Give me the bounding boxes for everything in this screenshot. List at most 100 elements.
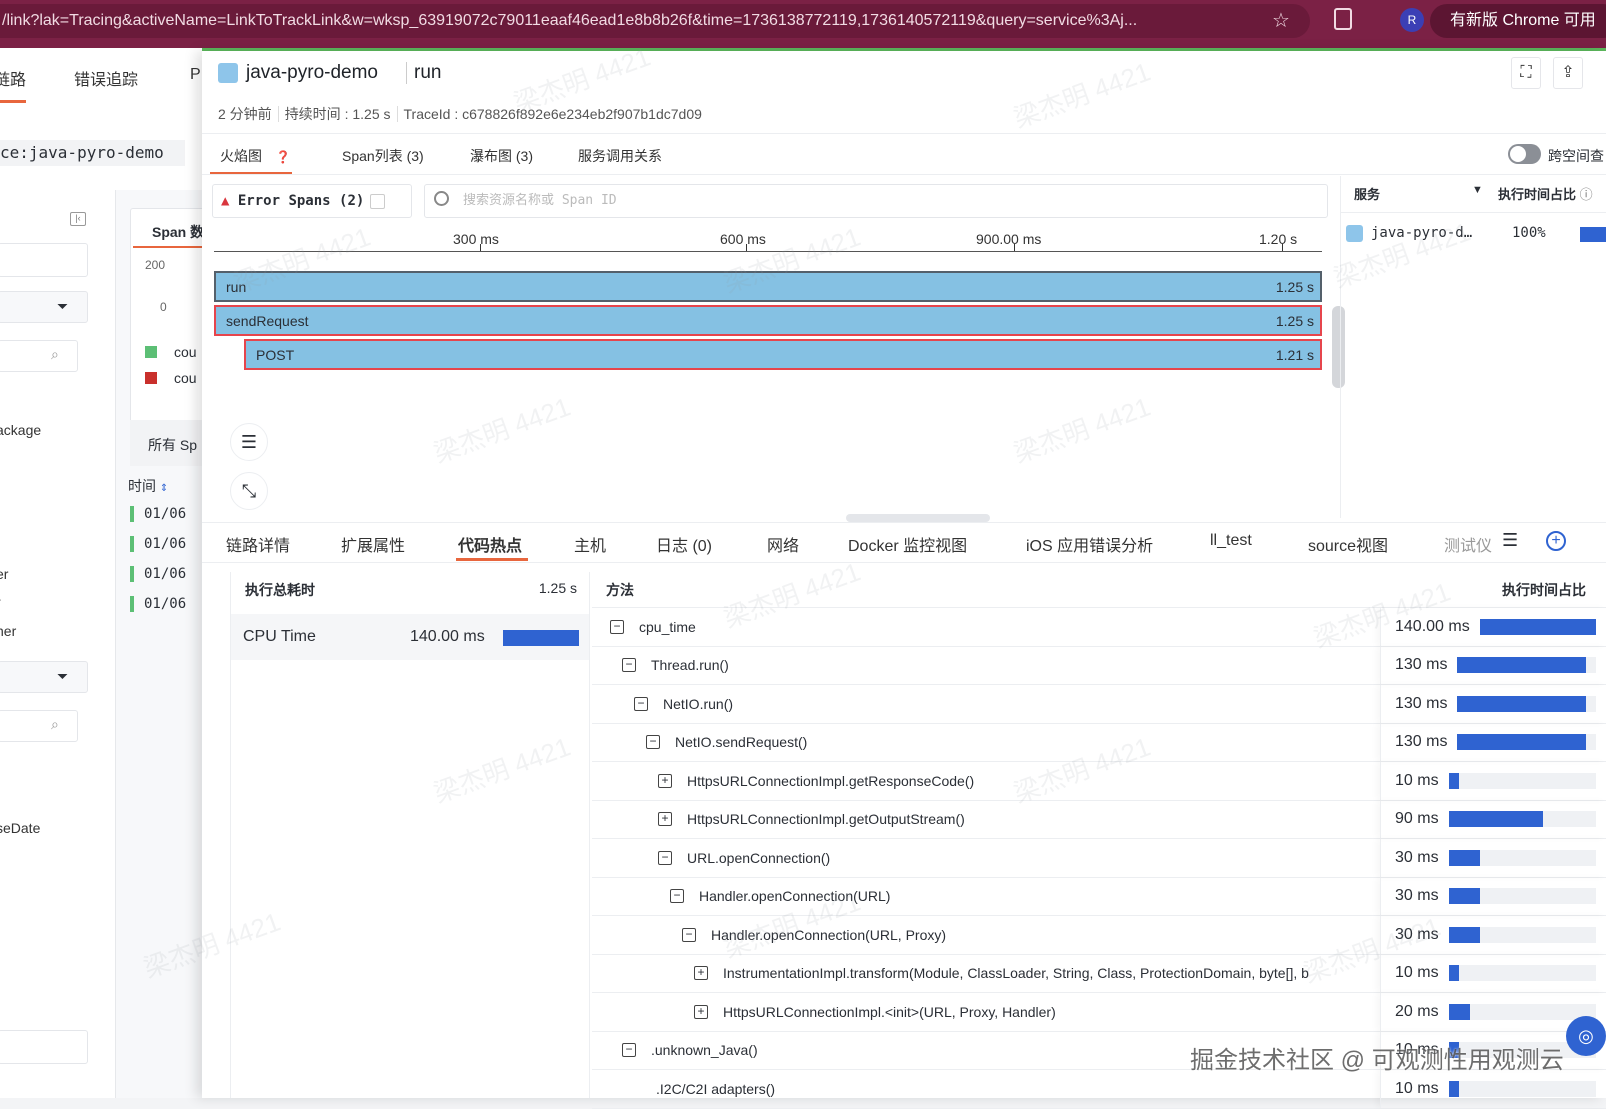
table-row[interactable]: + HttpsURLConnectionImpl.getOutputStream(…	[592, 800, 1606, 839]
screenshot-fab-button[interactable]: ◎	[1566, 1016, 1606, 1056]
span-row[interactable]: 01/06	[130, 566, 186, 582]
nav-tab-errors[interactable]: 错误追踪	[74, 66, 138, 90]
info-icon[interactable]: ⓘ	[1580, 187, 1593, 202]
span-row[interactable]: 01/06	[130, 506, 186, 522]
collapse-icon[interactable]: −	[670, 889, 684, 904]
collapse-button[interactable]: ⤡	[230, 472, 268, 510]
collapse-icon[interactable]: −	[634, 696, 648, 711]
field-item[interactable]: r	[0, 594, 1, 610]
table-row[interactable]: − URL.openConnection() 30 ms	[592, 839, 1606, 878]
table-row[interactable]: − Handler.openConnection(URL, Proxy) 30 ms	[592, 916, 1606, 955]
all-spans-selector[interactable]: 所有 Sp	[130, 420, 210, 466]
add-tab-icon[interactable]: +	[1546, 531, 1566, 551]
bottom-tab[interactable]: source视图	[1308, 532, 1388, 556]
tabs-menu-icon[interactable]: ☰	[1502, 530, 1518, 551]
tab-span-list[interactable]: Span列表 (3)	[342, 146, 424, 166]
table-row[interactable]: − NetIO.sendRequest() 130 ms	[592, 723, 1606, 762]
span-row[interactable]: 01/06	[130, 596, 186, 612]
bottom-tab[interactable]: iOS 应用错误分析	[1026, 532, 1153, 556]
method-cell: − Handler.openConnection(URL, Proxy)	[592, 916, 1380, 954]
input-box[interactable]	[0, 1030, 88, 1064]
divider	[202, 522, 1606, 523]
span-duration: 1.21 s	[1275, 347, 1314, 363]
collapse-sidebar-icon[interactable]: |‹	[70, 212, 86, 226]
ratio-cell: 10 ms	[1380, 1070, 1606, 1108]
field-item[interactable]: ner	[0, 623, 16, 639]
flame-span-run[interactable]: run 1.25 s	[214, 271, 1322, 302]
field-item[interactable]: seDate	[0, 820, 40, 836]
nav-tab-p[interactable]: P	[190, 66, 201, 84]
bookmark-star-icon[interactable]: ☆	[1272, 4, 1290, 38]
error-spans-filter[interactable]: ▲ Error Spans (2)	[212, 184, 412, 218]
bottom-tab[interactable]: 链路详情	[226, 532, 290, 556]
service-row-name[interactable]: java-pyro-d…	[1371, 225, 1472, 241]
bottom-tab[interactable]: 网络	[767, 532, 799, 556]
flame-span-sendrequest[interactable]: sendRequest 1.25 s	[214, 305, 1322, 336]
method-name: HttpsURLConnectionImpl.getResponseCode()	[687, 772, 975, 789]
resize-handle[interactable]	[846, 514, 990, 522]
collapse-icon[interactable]: −	[622, 658, 636, 673]
collapse-icon[interactable]: −	[622, 1043, 636, 1058]
sort-icon[interactable]: ⇕	[160, 483, 168, 494]
field-item[interactable]: er	[0, 566, 8, 582]
chrome-update-button[interactable]: 有新版 Chrome 可用	[1430, 4, 1606, 38]
time-column-header[interactable]: 时间 ⇕	[128, 476, 168, 496]
collapse-icon[interactable]: −	[682, 927, 696, 942]
bottom-tab[interactable]: 测试仪	[1444, 532, 1492, 556]
tab-flame-graph[interactable]: 火焰图 ❓	[220, 146, 291, 166]
table-row[interactable]: − Thread.run() 130 ms	[592, 646, 1606, 685]
table-row[interactable]: .I2C/C2I adapters() 10 ms	[592, 1070, 1606, 1109]
collapse-icon[interactable]: −	[658, 850, 672, 865]
table-row[interactable]: − Handler.openConnection(URL) 30 ms	[592, 877, 1606, 916]
collapse-icon[interactable]: −	[610, 619, 624, 634]
dropdown-caret-icon[interactable]: ▼	[1472, 184, 1483, 196]
clear-filter-icon[interactable]: ⏷	[57, 668, 68, 685]
clear-filter-icon[interactable]: ⏷	[57, 298, 68, 315]
field-search-input[interactable]: ⌕	[0, 340, 78, 372]
error-spans-checkbox[interactable]	[370, 193, 386, 209]
expand-icon[interactable]: +	[658, 773, 672, 788]
ratio-bar-track	[1448, 811, 1596, 828]
nav-tab-traces[interactable]: 链路	[0, 66, 26, 90]
collapse-icon[interactable]: −	[646, 735, 660, 750]
method-name: .I2C/C2I adapters()	[656, 1080, 776, 1097]
filter-row[interactable]: ⏷	[0, 661, 88, 693]
table-row[interactable]: − NetIO.run() 130 ms	[592, 685, 1606, 724]
list-view-button[interactable]: ☰	[230, 423, 268, 461]
help-icon[interactable]: ❓	[276, 150, 291, 164]
filter-row[interactable]: ⏷	[0, 291, 88, 323]
field-item[interactable]: ackage	[0, 422, 41, 438]
table-row[interactable]: − cpu_time 140.00 ms	[592, 608, 1606, 647]
tab-waterfall[interactable]: 瀑布图 (3)	[470, 146, 533, 166]
ratio-bar-fill	[1448, 1003, 1470, 1020]
flame-span-post[interactable]: POST 1.21 s	[244, 339, 1322, 370]
table-row[interactable]: + HttpsURLConnectionImpl.<init>(URL, Prox…	[592, 993, 1606, 1032]
table-row[interactable]: + InstrumentationImpl.transform(Module, C…	[592, 954, 1606, 993]
fullscreen-button[interactable]: ⛶	[1511, 57, 1541, 89]
expand-icon[interactable]: +	[694, 1004, 708, 1019]
tab-service-map[interactable]: 服务调用关系	[578, 146, 662, 166]
share-button[interactable]: ⇪	[1553, 57, 1583, 89]
span-search-input[interactable]: 搜索资源名称或 Span ID	[424, 184, 1328, 218]
profile-avatar[interactable]: R	[1400, 8, 1424, 32]
field-search-input[interactable]: ⌕	[0, 710, 78, 742]
bottom-tab[interactable]: 主机	[574, 532, 606, 556]
method-name: Handler.openConnection(URL, Proxy)	[711, 926, 947, 943]
expand-icon[interactable]: +	[694, 966, 708, 981]
cross-space-toggle[interactable]	[1508, 144, 1541, 164]
chart-tab[interactable]: Span 数	[152, 222, 204, 242]
filter-input[interactable]	[0, 243, 88, 277]
expand-icon[interactable]: +	[658, 812, 672, 827]
bottom-tab[interactable]: 扩展属性	[341, 532, 405, 556]
extensions-icon[interactable]	[1334, 8, 1352, 30]
bottom-tab[interactable]: 代码热点	[458, 532, 522, 556]
span-row[interactable]: 01/06	[130, 536, 186, 552]
address-bar[interactable]: /link?lak=Tracing&activeName=LinkToTrack…	[0, 4, 1310, 38]
bottom-tab[interactable]: ll_test	[1210, 532, 1252, 550]
table-row[interactable]: + HttpsURLConnectionImpl.getResponseCode(…	[592, 762, 1606, 801]
service-filter-chip[interactable]: ce:java-pyro-demo	[0, 140, 185, 166]
bottom-tab[interactable]: 日志 (0)	[656, 532, 712, 556]
bottom-tab[interactable]: Docker 监控视图	[848, 532, 967, 556]
service-column-header[interactable]: 服务	[1354, 184, 1380, 203]
time-value: 30 ms	[1395, 848, 1439, 866]
